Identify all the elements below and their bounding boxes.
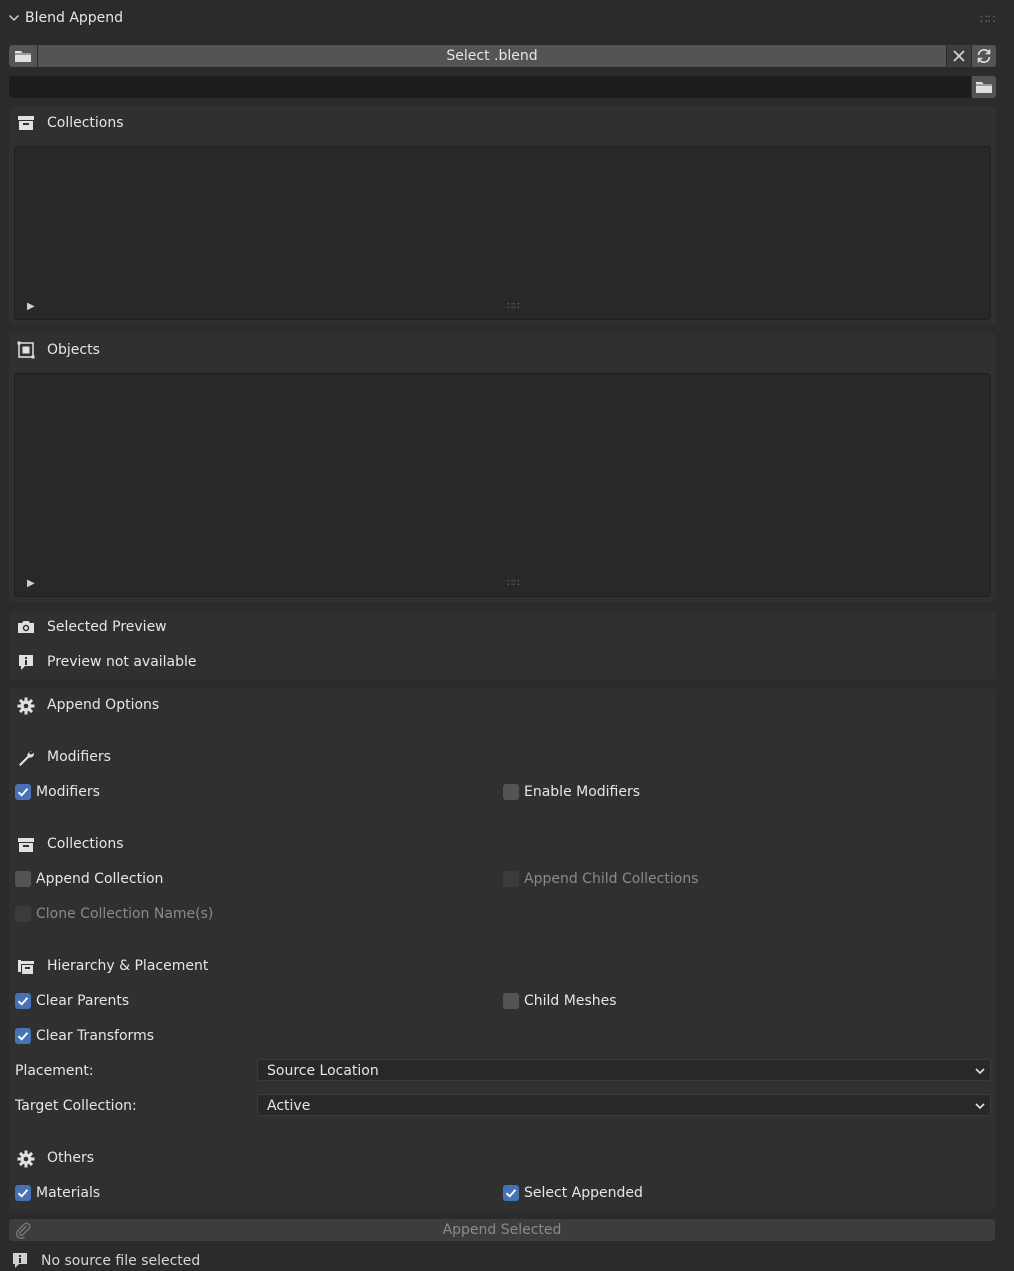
close-icon (953, 50, 965, 62)
clear-parents-label[interactable]: Clear Parents (36, 994, 129, 1008)
preview-message: Preview not available (47, 654, 197, 670)
wrench-icon (17, 749, 35, 767)
placement-value: Source Location (267, 1063, 379, 1079)
target-collection-label: Target Collection: (15, 1098, 137, 1114)
select-appended-checkbox[interactable] (503, 1185, 519, 1201)
select-blend-button[interactable]: Select .blend (38, 45, 946, 67)
checkmark-icon (15, 784, 31, 800)
objects-list[interactable] (14, 373, 991, 597)
append-child-collections-label[interactable]: Append Child Collections (524, 872, 698, 886)
preview-title: Selected Preview (47, 619, 167, 635)
clone-collection-names-checkbox[interactable] (15, 906, 31, 922)
panel-title[interactable]: Blend Append (25, 11, 123, 25)
gear-icon (17, 697, 35, 715)
append-options-title: Append Options (47, 697, 160, 713)
modifiers-checkbox[interactable] (15, 784, 31, 800)
chevron-down-icon (974, 1100, 986, 1112)
objects-list-resize-grip[interactable]: ∷∷ (507, 579, 520, 589)
objects-list-expand-icon[interactable]: ▶ (27, 579, 35, 589)
hierarchy-section-title: Hierarchy & Placement (47, 958, 209, 974)
append-options-panel (9, 688, 996, 1211)
chevron-down-icon (974, 1065, 986, 1077)
info-icon (11, 1251, 29, 1269)
clone-collection-names-label[interactable]: Clone Collection Name(s) (36, 907, 213, 921)
folder-icon (14, 48, 32, 64)
collections-list-expand-icon[interactable]: ▶ (27, 302, 35, 312)
checkmark-icon (15, 1185, 31, 1201)
select-appended-label[interactable]: Select Appended (524, 1186, 643, 1200)
blend-path-input[interactable] (9, 76, 971, 98)
child-meshes-label[interactable]: Child Meshes (524, 994, 617, 1008)
modifiers-checkbox-label[interactable]: Modifiers (36, 785, 100, 799)
gear-icon (17, 1150, 35, 1168)
panel-collapse-chevron-icon[interactable] (8, 12, 20, 24)
enable-modifiers-label[interactable]: Enable Modifiers (524, 785, 640, 799)
collections-section-title: Collections (47, 836, 124, 852)
status-message: No source file selected (41, 1253, 201, 1269)
collections-title: Collections (47, 115, 124, 131)
object-icon (17, 341, 35, 359)
others-section-title: Others (47, 1150, 95, 1166)
materials-checkbox[interactable] (15, 1185, 31, 1201)
enable-modifiers-checkbox[interactable] (503, 784, 519, 800)
clear-transforms-checkbox[interactable] (15, 1028, 31, 1044)
camera-icon (17, 618, 35, 636)
folder-button[interactable] (9, 45, 37, 67)
append-child-collections-checkbox[interactable] (503, 871, 519, 887)
append-collection-checkbox[interactable] (15, 871, 31, 887)
checkmark-icon (15, 993, 31, 1009)
collections-list[interactable] (14, 146, 991, 320)
refresh-icon (975, 47, 993, 65)
clear-transforms-label[interactable]: Clear Transforms (36, 1029, 154, 1043)
folder-icon (975, 79, 993, 95)
collection-box-icon (17, 836, 35, 854)
checkmark-icon (15, 1028, 31, 1044)
info-icon (17, 653, 35, 671)
append-collection-label[interactable]: Append Collection (36, 872, 163, 886)
browse-path-button[interactable] (972, 76, 996, 98)
target-collection-dropdown[interactable]: Active (257, 1094, 991, 1116)
placement-label: Placement: (15, 1063, 94, 1079)
checkmark-icon (503, 1185, 519, 1201)
outliner-icon (17, 958, 35, 976)
materials-label[interactable]: Materials (36, 1186, 100, 1200)
child-meshes-checkbox[interactable] (503, 993, 519, 1009)
objects-title: Objects (47, 342, 100, 358)
collection-box-icon (17, 114, 35, 132)
modifiers-section-title: Modifiers (47, 749, 111, 765)
refresh-button[interactable] (972, 45, 996, 67)
target-collection-value: Active (267, 1098, 311, 1114)
clear-parents-checkbox[interactable] (15, 993, 31, 1009)
panel-drag-grip[interactable]: ∷∷ (980, 13, 995, 25)
append-selected-button[interactable]: Append Selected (9, 1219, 995, 1241)
placement-dropdown[interactable]: Source Location (257, 1059, 991, 1081)
collections-list-resize-grip[interactable]: ∷∷ (507, 302, 520, 312)
clear-file-button[interactable] (947, 45, 971, 67)
append-selected-label: Append Selected (442, 1222, 562, 1238)
